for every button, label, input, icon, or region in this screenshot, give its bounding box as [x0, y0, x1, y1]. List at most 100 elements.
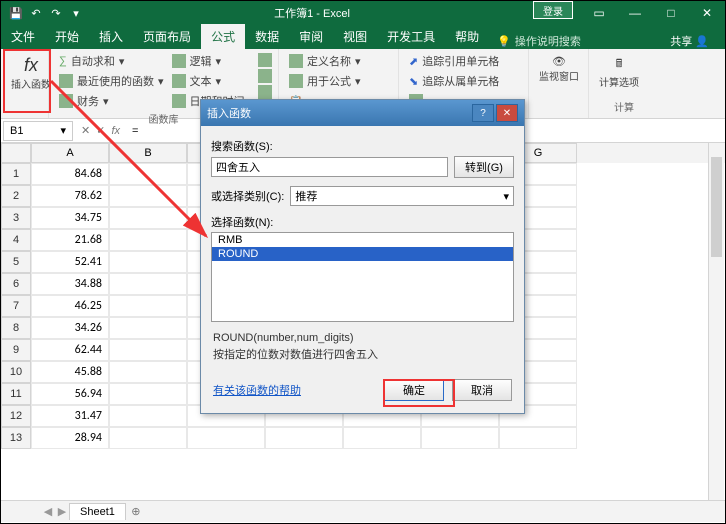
- calc-options-button[interactable]: 🖩 计算选项: [595, 51, 643, 93]
- sheet-nav-next[interactable]: ▶: [55, 505, 69, 518]
- define-name-button[interactable]: 定义名称 ▾: [285, 51, 392, 71]
- login-button[interactable]: 登录: [533, 1, 573, 19]
- cell[interactable]: 34.26: [31, 317, 109, 339]
- cell[interactable]: [109, 427, 187, 449]
- use-in-formula-button[interactable]: 用于公式 ▾: [285, 71, 392, 91]
- tab-formulas[interactable]: 公式: [201, 24, 245, 49]
- logical-button[interactable]: 逻辑 ▾: [168, 51, 259, 71]
- more-functions-icon[interactable]: [258, 85, 272, 99]
- row-header[interactable]: 7: [1, 295, 31, 317]
- cell[interactable]: [109, 405, 187, 427]
- tell-me-search[interactable]: 💡 操作说明搜索: [489, 33, 589, 49]
- row-header[interactable]: 12: [1, 405, 31, 427]
- column-header[interactable]: A: [31, 143, 109, 163]
- row-header[interactable]: 11: [1, 383, 31, 405]
- scrollbar-thumb[interactable]: [711, 157, 722, 257]
- tab-help[interactable]: 帮助: [445, 24, 489, 49]
- cell[interactable]: [109, 361, 187, 383]
- cell[interactable]: [109, 273, 187, 295]
- row-header[interactable]: 1: [1, 163, 31, 185]
- minimize-icon[interactable]: —: [617, 1, 653, 25]
- row-header[interactable]: 8: [1, 317, 31, 339]
- column-header[interactable]: B: [109, 143, 187, 163]
- dialog-close-icon[interactable]: ✕: [496, 104, 518, 122]
- cell[interactable]: 28.94: [31, 427, 109, 449]
- financial-button[interactable]: 财务 ▾: [55, 91, 168, 111]
- help-link[interactable]: 有关该函数的帮助: [213, 382, 301, 398]
- cell[interactable]: 21.68: [31, 229, 109, 251]
- row-header[interactable]: 4: [1, 229, 31, 251]
- dialog-help-icon[interactable]: ?: [472, 104, 494, 122]
- tab-file[interactable]: 文件: [1, 24, 45, 49]
- tab-view[interactable]: 视图: [333, 24, 377, 49]
- search-function-input[interactable]: [211, 157, 448, 177]
- save-icon[interactable]: 💾: [7, 4, 25, 22]
- text-button[interactable]: 文本 ▾: [168, 71, 259, 91]
- cell[interactable]: [265, 427, 343, 449]
- cell[interactable]: 34.88: [31, 273, 109, 295]
- cancel-button[interactable]: 取消: [452, 379, 512, 401]
- list-item[interactable]: ROUND: [212, 247, 513, 261]
- trace-dependents-button[interactable]: ⬊追踪从属单元格: [405, 71, 522, 91]
- row-header[interactable]: 6: [1, 273, 31, 295]
- cell[interactable]: 84.68: [31, 163, 109, 185]
- cell[interactable]: 34.75: [31, 207, 109, 229]
- cell[interactable]: [109, 207, 187, 229]
- cell[interactable]: [499, 427, 577, 449]
- close-icon[interactable]: ✕: [689, 1, 725, 25]
- share-button[interactable]: 共享 👤: [662, 33, 717, 49]
- cell[interactable]: 56.94: [31, 383, 109, 405]
- math-trig-icon[interactable]: [258, 69, 272, 83]
- cell[interactable]: 45.88: [31, 361, 109, 383]
- cell[interactable]: [109, 251, 187, 273]
- row-header[interactable]: 2: [1, 185, 31, 207]
- annotation-highlight-fx: [3, 49, 51, 113]
- tab-insert[interactable]: 插入: [89, 24, 133, 49]
- row-header[interactable]: 13: [1, 427, 31, 449]
- row-header[interactable]: 3: [1, 207, 31, 229]
- sheet-tab[interactable]: Sheet1: [69, 503, 126, 520]
- cell[interactable]: [109, 339, 187, 361]
- tab-devtools[interactable]: 开发工具: [377, 24, 445, 49]
- select-all-corner[interactable]: [1, 143, 31, 163]
- go-button[interactable]: 转到(G): [454, 156, 514, 178]
- recent-functions-button[interactable]: 最近使用的函数 ▾: [55, 71, 168, 91]
- cell[interactable]: [109, 229, 187, 251]
- sheet-nav-prev[interactable]: ◀: [41, 505, 55, 518]
- tab-data[interactable]: 数据: [245, 24, 289, 49]
- cell[interactable]: 52.41: [31, 251, 109, 273]
- watch-window-button[interactable]: 👁 监视窗口: [535, 51, 583, 87]
- row-header[interactable]: 9: [1, 339, 31, 361]
- cell[interactable]: [187, 427, 265, 449]
- cell[interactable]: 46.25: [31, 295, 109, 317]
- cell[interactable]: [421, 427, 499, 449]
- function-listbox[interactable]: RMB ROUND: [211, 232, 514, 322]
- cell[interactable]: 62.44: [31, 339, 109, 361]
- list-item[interactable]: RMB: [212, 233, 513, 247]
- cell[interactable]: [109, 383, 187, 405]
- tab-review[interactable]: 审阅: [289, 24, 333, 49]
- cell[interactable]: 78.62: [31, 185, 109, 207]
- tab-page-layout[interactable]: 页面布局: [133, 24, 201, 49]
- ribbon-options-icon[interactable]: ▭: [581, 1, 617, 25]
- cell[interactable]: [109, 163, 187, 185]
- cell[interactable]: [109, 295, 187, 317]
- row-header[interactable]: 5: [1, 251, 31, 273]
- dialog-titlebar[interactable]: 插入函数 ? ✕: [201, 100, 524, 126]
- undo-icon[interactable]: ↶: [27, 4, 45, 22]
- maximize-icon[interactable]: □: [653, 1, 689, 25]
- new-sheet-button[interactable]: ⊕: [126, 505, 146, 518]
- redo-icon[interactable]: ↷: [47, 4, 65, 22]
- cell[interactable]: [109, 185, 187, 207]
- autosum-button[interactable]: ∑自动求和 ▾: [55, 51, 168, 71]
- cell[interactable]: [343, 427, 421, 449]
- row-header[interactable]: 10: [1, 361, 31, 383]
- category-select[interactable]: 推荐 ▾: [290, 186, 514, 206]
- cell[interactable]: 31.47: [31, 405, 109, 427]
- tab-home[interactable]: 开始: [45, 24, 89, 49]
- vertical-scrollbar[interactable]: [708, 143, 724, 500]
- cell[interactable]: [109, 317, 187, 339]
- trace-precedents-button[interactable]: ⬈追踪引用单元格: [405, 51, 522, 71]
- qat-dropdown-icon[interactable]: ▾: [67, 4, 85, 22]
- lookup-icon[interactable]: [258, 53, 272, 67]
